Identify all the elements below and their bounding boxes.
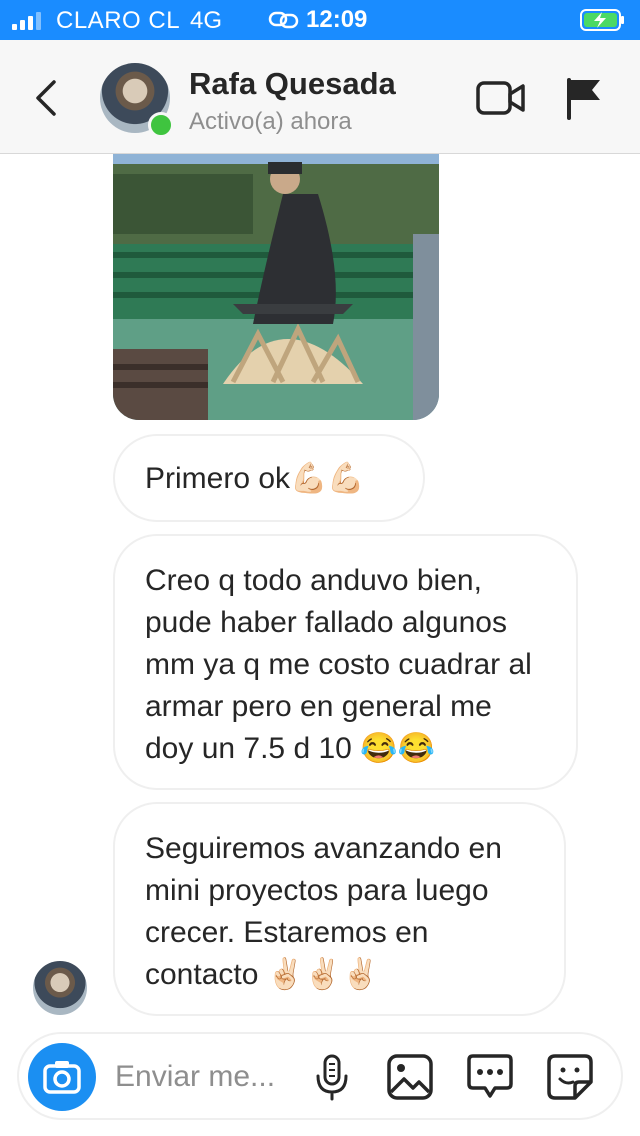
message-text: Primero ok💪🏻💪🏻 <box>145 462 365 495</box>
video-camera-icon[interactable] <box>476 78 526 118</box>
camera-button[interactable] <box>28 1043 96 1111</box>
carrier-label: CLARO CL <box>56 7 181 34</box>
online-indicator <box>148 112 174 138</box>
photo-attachment[interactable] <box>113 154 439 420</box>
gallery-icon[interactable] <box>385 1052 435 1102</box>
message-text: Creo q todo anduvo bien, pude haber fall… <box>145 564 532 765</box>
link-icon <box>268 11 299 29</box>
back-chevron-icon[interactable] <box>28 78 64 118</box>
message-bubble[interactable]: Creo q todo anduvo bien, pude haber fall… <box>113 534 578 790</box>
sticker-icon[interactable] <box>545 1052 595 1102</box>
contact-name[interactable]: Rafa Quesada <box>189 66 396 102</box>
photo-image <box>113 154 439 420</box>
signal-icon <box>12 10 48 30</box>
contact-status: Activo(a) ahora <box>189 108 352 135</box>
chat-bubble-icon[interactable] <box>465 1052 515 1102</box>
message-bubble[interactable]: Primero ok💪🏻💪🏻 <box>113 434 425 522</box>
clock: 12:09 <box>306 6 368 33</box>
message-input[interactable] <box>113 1056 297 1098</box>
message-composer <box>17 1032 623 1120</box>
battery-charging-icon <box>580 9 624 31</box>
camera-icon <box>43 1061 81 1094</box>
chat-header: Rafa Quesada Activo(a) ahora <box>0 40 640 154</box>
message-text: Seguiremos avanzando en mini proyectos p… <box>145 832 502 991</box>
network-label: 4G <box>190 7 223 34</box>
sender-avatar[interactable] <box>33 961 87 1015</box>
message-bubble[interactable]: Seguiremos avanzando en mini proyectos p… <box>113 802 566 1016</box>
flag-icon[interactable] <box>564 76 604 120</box>
microphone-icon[interactable] <box>307 1052 357 1102</box>
status-bar: CLARO CL 4G 12:09 <box>0 0 640 40</box>
